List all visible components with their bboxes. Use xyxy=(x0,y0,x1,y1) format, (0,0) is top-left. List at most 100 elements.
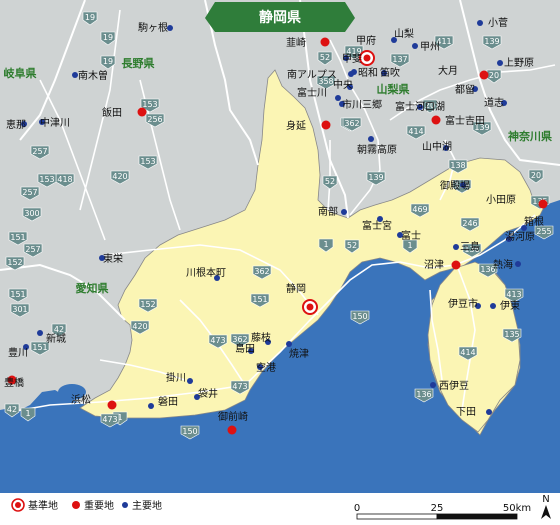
city-label: 都留 xyxy=(455,83,475,96)
city-label: 島田 xyxy=(235,342,255,355)
route-number: 135 xyxy=(504,330,519,339)
city-main[interactable]: 富士河口湖 xyxy=(395,100,445,113)
route-number: 152 xyxy=(7,258,22,267)
city-label: 富士吉田 xyxy=(445,114,485,127)
city-label: 中津川 xyxy=(40,116,70,129)
city-label: 伊東 xyxy=(500,299,520,312)
city-main[interactable]: 富士 xyxy=(397,229,421,242)
route-number: 301 xyxy=(12,305,27,314)
route-number: 473 xyxy=(102,415,117,424)
scale-tick-50: 50km xyxy=(503,503,531,514)
city-main[interactable]: 湯河原 xyxy=(505,230,535,243)
route-number: 153 xyxy=(39,175,54,184)
city-important[interactable]: 豊橋 xyxy=(4,375,24,390)
city-label: 御前崎 xyxy=(218,410,248,423)
route-number: 362 xyxy=(232,335,247,344)
route-number: 1 xyxy=(407,241,412,250)
route-number: 1 xyxy=(323,240,328,249)
city-main[interactable]: 御殿場 xyxy=(440,179,470,192)
city-main[interactable]: 道志 xyxy=(484,96,507,109)
city-main[interactable]: 川根本町 xyxy=(186,266,226,281)
city-label: 山梨 xyxy=(394,27,414,40)
city-label: 富士宮 xyxy=(362,219,392,232)
route-number: 257 xyxy=(25,245,40,254)
route-number: 469 xyxy=(412,205,427,214)
city-main[interactable]: 都留 xyxy=(455,83,478,96)
route-number: 473 xyxy=(210,336,225,345)
city-label: 御殿場 xyxy=(440,179,470,192)
route-number: 19 xyxy=(85,13,95,22)
city-main[interactable]: 島田 xyxy=(235,342,255,355)
city-main[interactable]: 甲斐 xyxy=(342,53,362,65)
route-number: 153 xyxy=(142,100,157,109)
route-number: 139 xyxy=(484,37,499,46)
city-label: 三島 xyxy=(460,240,480,253)
city-label: 朝霧高原 xyxy=(357,143,397,156)
region-label: 山梨県 xyxy=(377,82,410,96)
city-label: 市川三郷 xyxy=(342,98,382,111)
city-main[interactable]: 恵那 xyxy=(6,118,27,131)
city-label: 豊川 xyxy=(8,346,28,359)
route-number: 52 xyxy=(347,241,357,250)
route-number: 420 xyxy=(112,172,127,181)
city-main[interactable]: 東栄 xyxy=(99,252,123,265)
route-number: 362 xyxy=(254,267,269,276)
city-label: 道志 xyxy=(484,96,504,109)
city-label: 湯河原 xyxy=(505,230,535,243)
city-main[interactable]: 山中湖 xyxy=(422,140,452,153)
city-label: 富士川 xyxy=(297,86,327,99)
route-number: 257 xyxy=(22,188,37,197)
route-number: 413 xyxy=(506,290,521,299)
city-label: 川根本町 xyxy=(186,266,226,279)
title-banner: 静岡県 xyxy=(205,2,355,32)
route-number: 150 xyxy=(182,427,197,436)
city-label: 浜松 xyxy=(71,393,91,406)
city-label: 駒ヶ根 xyxy=(138,21,168,34)
route-number: 246 xyxy=(462,219,477,228)
city-main[interactable]: 駒ヶ根 xyxy=(138,21,173,34)
city-label: 中央 xyxy=(333,78,353,91)
city-label: 南木曽 xyxy=(78,69,108,82)
city-label: 飯田 xyxy=(102,106,122,119)
scale-tick-0: 0 xyxy=(354,503,360,514)
route-number: 42 xyxy=(54,325,64,334)
city-main[interactable]: 袋井 xyxy=(194,387,218,400)
prefecture-map: 静岡県 長野県岐阜県山梨県愛知県神奈川県 1925615325715115241… xyxy=(0,0,560,525)
city-label: 熱海 xyxy=(493,258,513,271)
legend-main-label: 主要地 xyxy=(132,499,162,512)
route-number: 257 xyxy=(32,147,47,156)
city-label: 山中湖 xyxy=(422,140,452,153)
route-number: 139 xyxy=(368,173,383,182)
city-main[interactable]: 藤枝 xyxy=(251,331,271,345)
route-number: 137 xyxy=(392,55,407,64)
city-label: 甲斐 xyxy=(342,53,362,65)
route-number: 52 xyxy=(325,177,335,186)
city-label: 笛吹 xyxy=(380,66,400,79)
city-label: 箱根 xyxy=(524,215,544,228)
city-main[interactable]: 伊豆市 xyxy=(448,297,481,310)
legend-base: 基準地 xyxy=(11,498,58,512)
city-main[interactable]: 南木曽 xyxy=(72,69,108,82)
route-number: 473 xyxy=(232,382,247,391)
city-label: 下田 xyxy=(456,407,476,418)
route-number: 52 xyxy=(320,53,330,62)
city-label: 小田原 xyxy=(486,194,516,206)
city-label: 沼津 xyxy=(424,258,444,271)
city-label: 藤枝 xyxy=(251,331,271,344)
city-main[interactable]: 中津川 xyxy=(39,116,70,129)
city-label: 昭和 xyxy=(358,67,378,79)
route-number: 153 xyxy=(140,157,155,166)
city-label: 南部 xyxy=(318,205,338,218)
city-main[interactable]: 市川三郷 xyxy=(339,98,382,111)
route-number: 150 xyxy=(352,312,367,321)
city-label: 富士 xyxy=(401,229,421,242)
legend-important-label: 重要地 xyxy=(84,499,114,512)
city-label: 大月 xyxy=(438,64,458,77)
city-label: 西伊豆 xyxy=(439,380,469,392)
city-main[interactable]: 笛吹 xyxy=(380,66,400,79)
route-number: 20 xyxy=(531,171,541,180)
route-number: 42 xyxy=(7,405,17,414)
city-main[interactable]: 中央 xyxy=(333,78,353,91)
city-label: 小菅 xyxy=(488,17,508,29)
city-main[interactable]: 空港 xyxy=(256,361,276,374)
